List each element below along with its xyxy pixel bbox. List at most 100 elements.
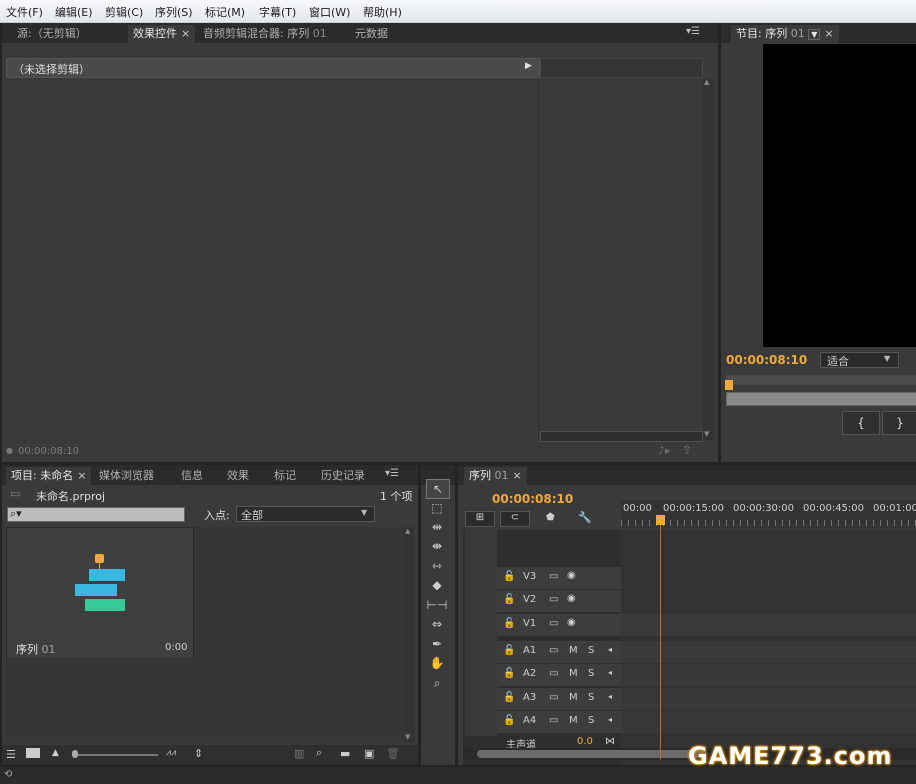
- camera-icon[interactable]: ▭: [549, 571, 558, 582]
- track-a3-lane[interactable]: [621, 688, 916, 710]
- tab-effect-controls[interactable]: 效果控件 ×: [128, 25, 196, 43]
- voiceover-icon[interactable]: ◂: [608, 645, 612, 654]
- menu-clip[interactable]: 剪辑(C): [105, 4, 143, 20]
- close-icon[interactable]: ×: [181, 27, 190, 40]
- rolling-edit-icon[interactable]: ⇼: [426, 537, 448, 555]
- icon-view-icon[interactable]: [26, 748, 40, 758]
- fit-select[interactable]: 适合 ▼: [820, 352, 899, 368]
- track-v1-lane[interactable]: [621, 614, 916, 636]
- camera-icon[interactable]: ▭: [549, 715, 558, 726]
- program-timecode[interactable]: 00:00:08:10: [726, 353, 807, 367]
- nest-toggle-icon[interactable]: ⊞: [465, 511, 495, 527]
- program-zoom-bar[interactable]: [726, 392, 916, 406]
- master-meter-icon[interactable]: ⋈: [605, 736, 615, 747]
- voiceover-icon[interactable]: ◂: [608, 668, 612, 677]
- solo-button[interactable]: S: [588, 715, 594, 726]
- panel-menu-icon[interactable]: ▾☰: [385, 468, 399, 479]
- program-playhead[interactable]: [725, 380, 733, 390]
- tab-history[interactable]: 历史记录: [316, 467, 370, 485]
- tab-info[interactable]: 信息: [176, 467, 208, 485]
- menu-marker[interactable]: 标记(M): [205, 4, 245, 20]
- lock-icon[interactable]: 🔓: [503, 668, 515, 679]
- mark-in-button[interactable]: {: [842, 411, 880, 435]
- close-icon[interactable]: ×: [824, 27, 833, 40]
- track-select-icon[interactable]: ⬚: [426, 499, 448, 517]
- tab-sequence[interactable]: 序列 01 ×: [464, 467, 527, 485]
- search-input[interactable]: ⌕▾: [7, 507, 185, 522]
- track-a4-lane[interactable]: [621, 711, 916, 733]
- zoom-out-icon[interactable]: ▲: [52, 748, 59, 758]
- rate-stretch-icon[interactable]: ⇿: [426, 557, 448, 575]
- vertical-scrollbar[interactable]: ▲ ▼: [703, 78, 713, 440]
- play-arrow-icon[interactable]: ▶: [525, 61, 532, 71]
- export-icon[interactable]: ⇪: [682, 443, 692, 457]
- ripple-edit-icon[interactable]: ⇹: [426, 518, 448, 536]
- close-icon[interactable]: ×: [77, 469, 86, 482]
- camera-icon[interactable]: ▭: [549, 618, 558, 629]
- lock-icon[interactable]: 🔓: [503, 692, 515, 703]
- solo-button[interactable]: S: [588, 668, 594, 679]
- tab-effects[interactable]: 效果: [222, 467, 254, 485]
- timeline-timecode[interactable]: 00:00:08:10: [492, 492, 573, 506]
- tab-markers[interactable]: 标记: [269, 467, 301, 485]
- close-icon[interactable]: ×: [513, 469, 522, 482]
- hand-icon[interactable]: ✋: [426, 654, 448, 672]
- automate-icon[interactable]: ▥: [294, 747, 304, 760]
- find-icon[interactable]: ⌕: [316, 746, 322, 760]
- lock-icon[interactable]: 🔓: [503, 715, 515, 726]
- sequence-item[interactable]: 序列 01 0:00: [6, 527, 194, 659]
- program-video-display[interactable]: [763, 44, 916, 347]
- wrench-icon[interactable]: 🔧: [578, 511, 592, 524]
- mini-timeline-scrollbar[interactable]: [540, 431, 703, 442]
- camera-icon[interactable]: ▭: [549, 645, 558, 656]
- tab-program[interactable]: 节目: 序列 01 ▼ ×: [731, 25, 839, 43]
- mute-button[interactable]: M: [569, 692, 578, 703]
- eye-icon[interactable]: ◉: [567, 617, 576, 628]
- selection-tool-icon[interactable]: ↖: [426, 479, 450, 499]
- lock-icon[interactable]: 🔓: [503, 571, 515, 582]
- tab-project[interactable]: 项目: 未命名 ×: [6, 467, 92, 485]
- new-bin-icon[interactable]: ▬: [340, 747, 350, 760]
- menu-file[interactable]: 文件(F): [6, 4, 43, 20]
- mark-out-button[interactable]: }: [882, 411, 916, 435]
- in-point-select[interactable]: 全部 ▼: [236, 506, 375, 522]
- menu-sequence[interactable]: 序列(S): [155, 4, 193, 20]
- timeline-playhead-handle[interactable]: [656, 515, 665, 525]
- camera-icon[interactable]: ▭: [549, 668, 558, 679]
- mute-button[interactable]: M: [569, 715, 578, 726]
- solo-button[interactable]: S: [588, 645, 594, 656]
- slip-icon[interactable]: ⊢⊣: [426, 596, 448, 614]
- zoom-slider-handle[interactable]: [72, 750, 78, 758]
- zoom-icon[interactable]: ⌕: [426, 674, 448, 692]
- snap-icon[interactable]: ⊂: [500, 511, 530, 527]
- panel-menu-icon[interactable]: ▾☰: [686, 26, 700, 37]
- track-a1-lane[interactable]: [621, 641, 916, 663]
- camera-icon[interactable]: ▭: [549, 594, 558, 605]
- play-audio-icon[interactable]: ♪▸: [658, 444, 671, 457]
- project-scrollbar[interactable]: ▲ ▼: [404, 527, 414, 743]
- solo-button[interactable]: S: [588, 692, 594, 703]
- lock-icon[interactable]: 🔓: [503, 594, 515, 605]
- voiceover-icon[interactable]: ◂: [608, 692, 612, 701]
- tab-media-browser[interactable]: 媒体浏览器: [94, 467, 159, 485]
- lock-icon[interactable]: 🔓: [503, 618, 515, 629]
- list-view-icon[interactable]: ☰: [6, 748, 16, 761]
- tab-audio-clip-mixer[interactable]: 音频剪辑混合器: 序列 01: [198, 25, 332, 43]
- search-icon[interactable]: ⌕▾: [10, 507, 22, 521]
- marker-icon[interactable]: ⬟: [546, 512, 555, 523]
- timeline-scroll-thumb[interactable]: [477, 750, 707, 758]
- camera-icon[interactable]: ▭: [549, 692, 558, 703]
- menu-help[interactable]: 帮助(H): [363, 4, 402, 20]
- effect-controls-timecode[interactable]: 00:00:08:10: [18, 446, 79, 457]
- eye-icon[interactable]: ◉: [567, 570, 576, 581]
- tab-source[interactable]: 源:（无剪辑）: [12, 25, 92, 43]
- razor-icon[interactable]: ◆: [426, 576, 448, 594]
- new-item-icon[interactable]: ▣: [364, 747, 374, 760]
- zoom-in-icon[interactable]: ⩘⩘: [166, 748, 176, 758]
- menu-window[interactable]: 窗口(W): [309, 4, 350, 20]
- lock-icon[interactable]: 🔓: [503, 645, 515, 656]
- mute-button[interactable]: M: [569, 645, 578, 656]
- menu-edit[interactable]: 编辑(E): [55, 4, 93, 20]
- eye-icon[interactable]: ◉: [567, 593, 576, 604]
- trash-icon[interactable]: 🗑: [386, 747, 400, 760]
